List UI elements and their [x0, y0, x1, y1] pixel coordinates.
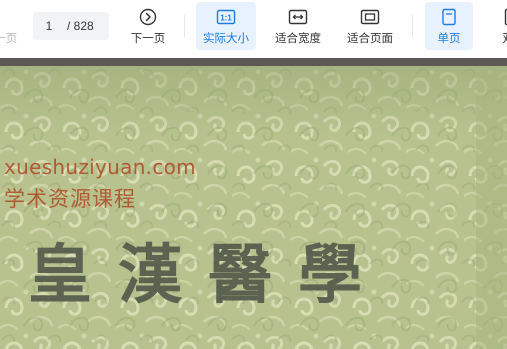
fit-page-icon	[360, 7, 380, 27]
toolbar-divider	[412, 15, 413, 37]
fit-page-label: 适合页面	[347, 32, 393, 45]
book-title: 皇漢醫學	[28, 238, 388, 313]
prev-page-label: 上一页	[0, 32, 18, 45]
fit-page-button[interactable]: 适合页面	[342, 2, 398, 50]
prev-page-button[interactable]: 上一页	[0, 2, 22, 50]
actual-size-label: 实际大小	[203, 32, 249, 45]
single-page-button[interactable]: 单页	[425, 2, 473, 50]
fit-width-label: 适合宽度	[275, 32, 321, 45]
actual-size-button[interactable]: 1:1 实际大小	[196, 2, 256, 50]
single-page-icon	[441, 7, 457, 27]
pdf-toolbar: 上一页 / 828 下一页 1:1 实际大小	[0, 0, 507, 58]
page-number-input[interactable]	[33, 19, 65, 33]
svg-text:1:1: 1:1	[220, 13, 232, 22]
watermark-url: xueshuziyuan.com	[4, 155, 196, 179]
book-cover-page: xueshuziyuan.com 学术资源课程 皇漢醫學	[0, 66, 507, 349]
page-navigator: / 828	[33, 12, 109, 40]
fit-width-icon	[288, 7, 308, 27]
actual-size-icon: 1:1	[216, 7, 236, 27]
fit-width-button[interactable]: 适合宽度	[270, 2, 326, 50]
next-page-label: 下一页	[130, 32, 166, 45]
double-page-label: 双页	[503, 30, 507, 46]
toolbar-divider	[184, 15, 185, 37]
document-viewer[interactable]: xueshuziyuan.com 学术资源课程 皇漢醫學	[0, 58, 507, 349]
single-page-label: 单页	[437, 32, 461, 45]
watermark-text: 学术资源课程	[4, 187, 136, 211]
double-page-button[interactable]: 双页	[494, 2, 507, 50]
page-total-label: / 828	[67, 19, 94, 33]
chevron-right-circle-icon	[139, 7, 157, 27]
next-page-button[interactable]: 下一页	[122, 2, 174, 50]
